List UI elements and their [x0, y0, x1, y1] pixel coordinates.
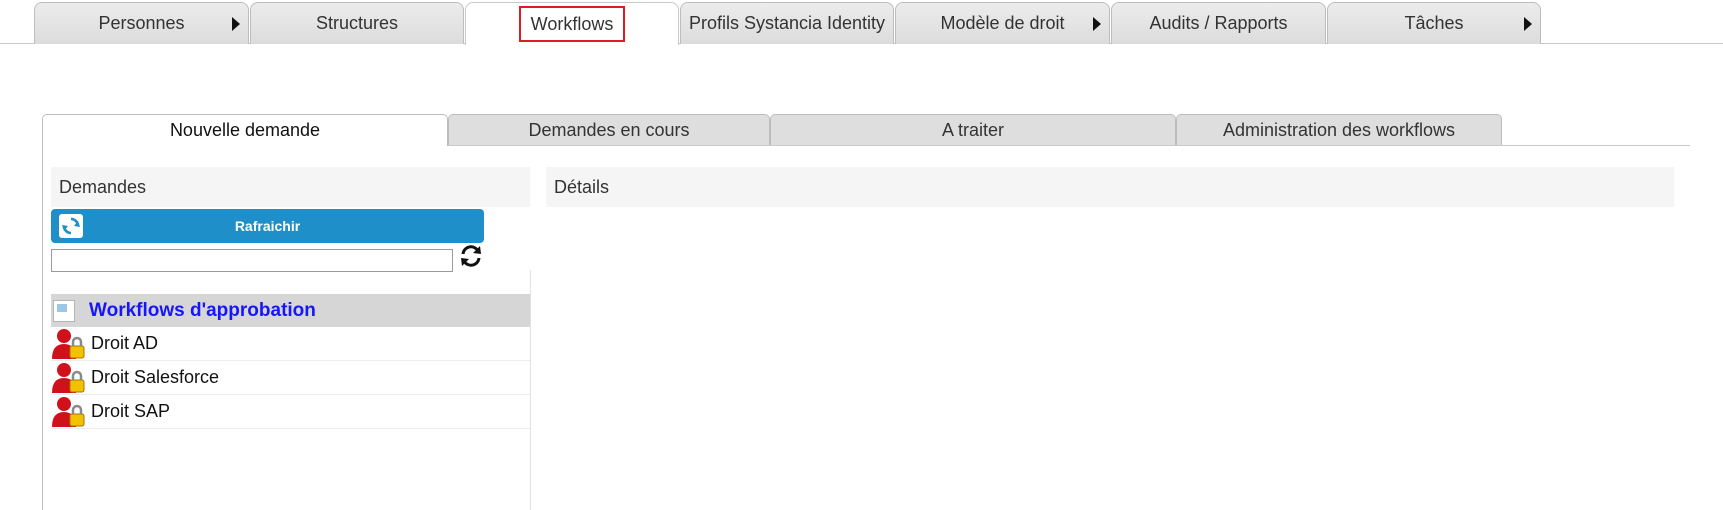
tab-label: Modèle de droit	[940, 13, 1065, 33]
tab-modele-de-droit[interactable]: Modèle de droit	[895, 2, 1110, 44]
requests-panel-title: Demandes	[59, 176, 147, 197]
workflow-sub-tab-bar: Nouvelle demande Demandes en cours A tra…	[42, 114, 1690, 146]
user-lock-icon	[52, 328, 85, 359]
requests-panel-right-border	[530, 270, 531, 510]
tab-demandes-en-cours[interactable]: Demandes en cours	[448, 114, 770, 145]
tab-label: Nouvelle demande	[169, 120, 321, 140]
details-panel-header: Détails	[546, 167, 1674, 207]
tab-audits-rapports[interactable]: Audits / Rapports	[1111, 2, 1326, 44]
user-lock-icon	[52, 396, 85, 427]
list-item-label: Droit AD	[91, 333, 159, 353]
search-input[interactable]	[51, 249, 453, 272]
list-item-label: Droit Salesforce	[91, 367, 220, 387]
tab-taches[interactable]: Tâches	[1327, 2, 1541, 44]
user-lock-icon	[52, 362, 85, 393]
arrow-right-icon[interactable]	[232, 16, 240, 31]
list-item[interactable]: Droit SAP	[51, 395, 530, 429]
list-item-label: Droit SAP	[91, 401, 171, 421]
main-tab-bar: Personnes Structures Workflows Profils S…	[0, 0, 1723, 45]
tree-group-label: Workflows d'approbation	[89, 299, 316, 321]
tab-workflows[interactable]: Workflows	[465, 2, 679, 45]
tab-label: Profils Systancia Identity	[688, 13, 886, 33]
tab-label-highlighted: Workflows	[518, 6, 626, 42]
content-left-border	[42, 146, 43, 510]
arrow-right-icon[interactable]	[1524, 16, 1532, 31]
image-placeholder-icon	[53, 299, 75, 322]
tab-label: Structures	[315, 13, 399, 33]
tab-label: Audits / Rapports	[1149, 13, 1288, 33]
requests-panel-header: Demandes	[51, 167, 530, 207]
tab-label: Tâches	[1404, 13, 1464, 33]
tab-a-traiter[interactable]: A traiter	[770, 114, 1176, 145]
tab-nouvelle-demande[interactable]: Nouvelle demande	[42, 114, 448, 146]
tab-structures[interactable]: Structures	[250, 2, 464, 44]
reload-icon[interactable]	[458, 243, 484, 269]
tab-personnes[interactable]: Personnes	[34, 2, 249, 44]
refresh-icon	[59, 214, 83, 238]
tab-label: Personnes	[98, 13, 185, 33]
arrow-right-icon[interactable]	[1093, 16, 1101, 31]
tree-group-workflows-approbation[interactable]: Workflows d'approbation	[51, 294, 530, 327]
list-item[interactable]: Droit AD	[51, 327, 530, 361]
list-item[interactable]: Droit Salesforce	[51, 361, 530, 395]
details-panel-title: Détails	[554, 176, 610, 197]
refresh-button-label: Rafraichir	[234, 218, 301, 234]
tab-label: Administration des workflows	[1222, 119, 1456, 140]
tab-label: A traiter	[941, 119, 1005, 140]
tab-label: Demandes en cours	[528, 119, 690, 140]
tab-administration-des-workflows[interactable]: Administration des workflows	[1176, 114, 1502, 145]
tab-profils-systancia-identity[interactable]: Profils Systancia Identity	[680, 2, 894, 44]
refresh-button[interactable]: Rafraichir	[51, 209, 484, 243]
